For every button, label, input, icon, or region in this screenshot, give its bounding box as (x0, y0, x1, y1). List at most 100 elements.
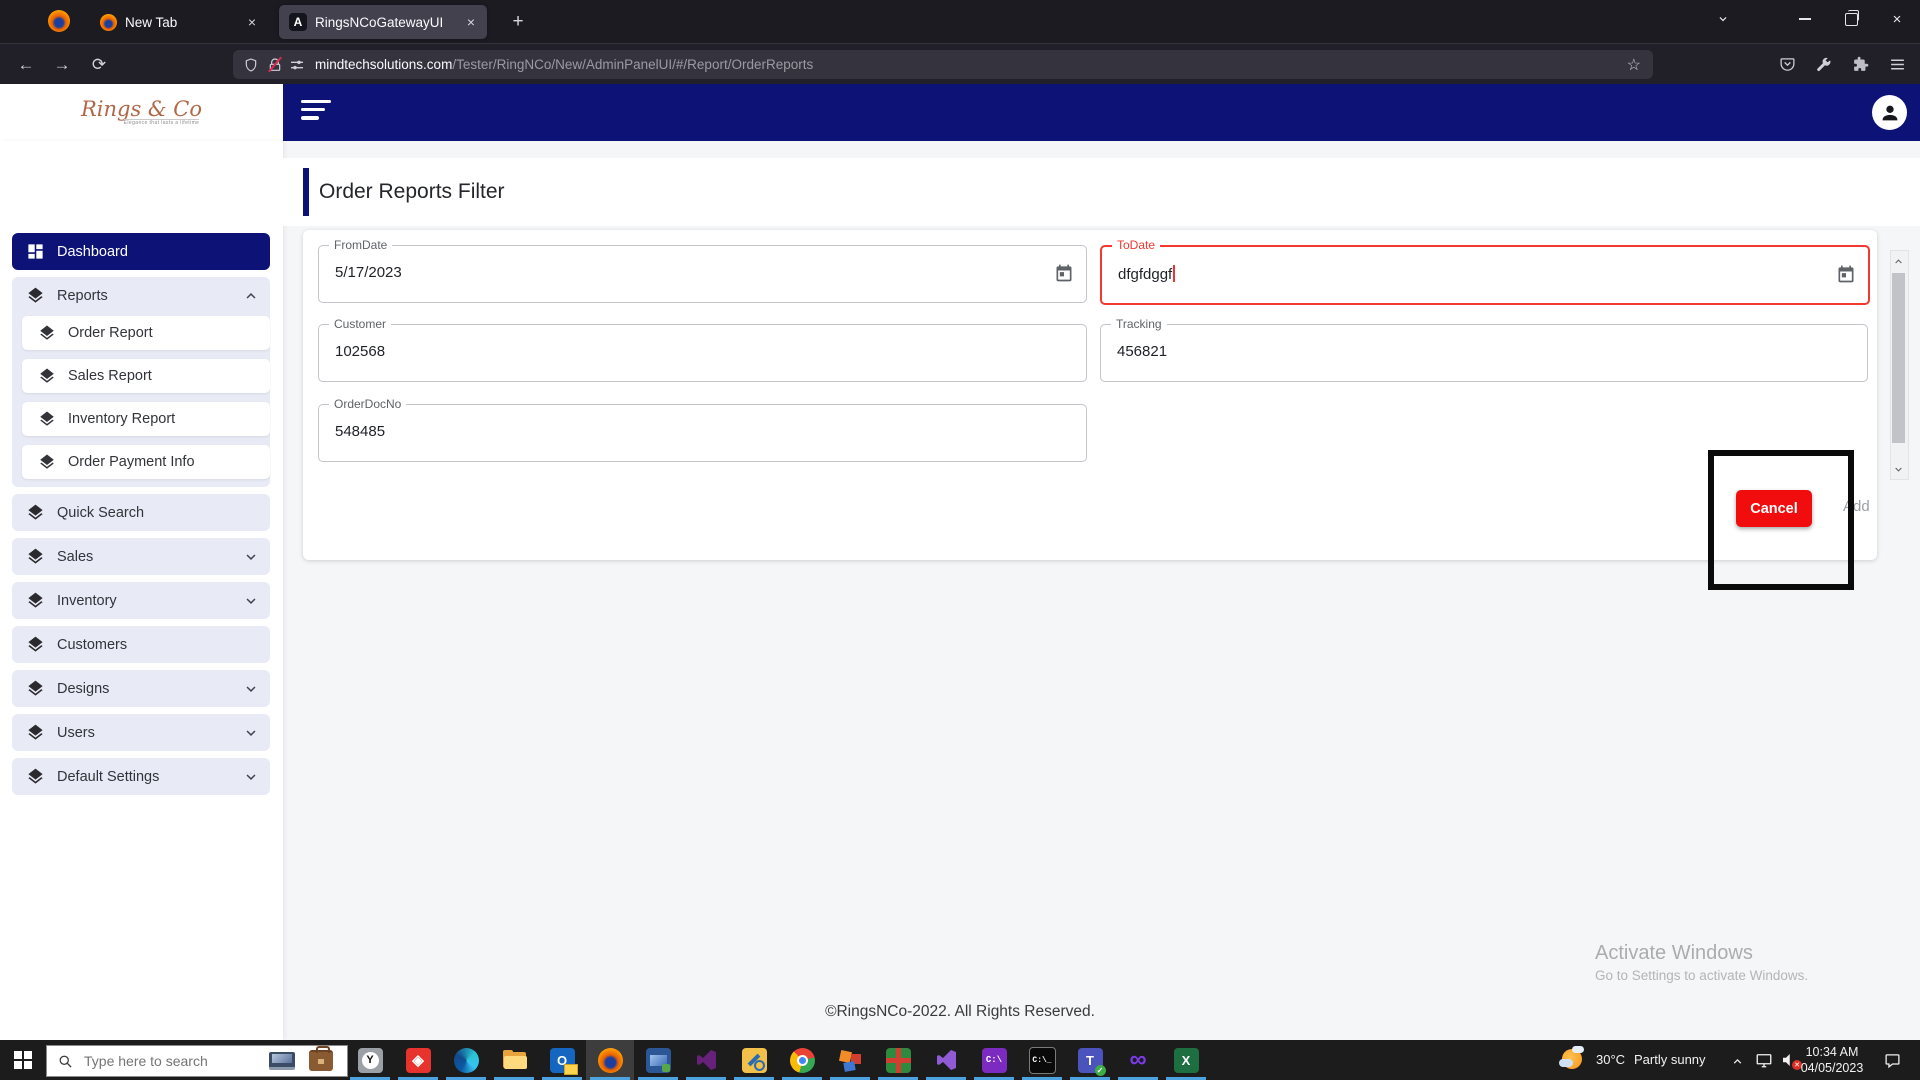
tab-ringsnco[interactable]: A RingsNCoGatewayUI × (279, 5, 487, 39)
wrench-extension-icon[interactable] (1815, 56, 1832, 73)
calendar-icon[interactable] (1054, 263, 1074, 283)
taskbar-app-dotnet[interactable]: ∞ (1114, 1040, 1162, 1080)
back-button[interactable]: ← (12, 51, 40, 79)
taskbar-app-dev-blocks[interactable] (826, 1040, 874, 1080)
notification-center-icon[interactable] (1884, 1052, 1901, 1069)
taskbar-app-edge[interactable] (442, 1040, 490, 1080)
network-icon[interactable] (1755, 1051, 1773, 1069)
layers-icon (26, 723, 45, 742)
search-input[interactable] (82, 1052, 236, 1070)
scroll-up-icon[interactable] (1891, 251, 1906, 271)
new-tab-button[interactable]: + (505, 9, 531, 35)
tab-close-icon[interactable]: × (461, 12, 481, 32)
taskbar-search[interactable] (46, 1045, 348, 1077)
sidebar-item-inventory[interactable]: Inventory (12, 582, 270, 619)
insecure-lock-icon[interactable] (267, 57, 283, 73)
system-tray: 30°C Partly sunny ✕ 10:34 AM 04/05/2023 (1562, 1040, 1920, 1080)
url-path: /Tester/RingNCo/New/AdminPanelUI/#/Repor… (452, 57, 813, 72)
window-restore-button[interactable] (1828, 0, 1874, 38)
tray-clock[interactable]: 10:34 AM 04/05/2023 (1795, 1044, 1869, 1076)
taskbar-app-outlook[interactable]: O (538, 1040, 586, 1080)
taskbar-app-teams[interactable]: T✓ (1066, 1040, 1114, 1080)
text-caret (1173, 265, 1175, 282)
taskbar-app-visual-studio-2019[interactable] (922, 1040, 970, 1080)
taskbar-app-sdk-tool[interactable] (730, 1040, 778, 1080)
page-footer: ©RingsNCo-2022. All Rights Reserved. (0, 1003, 1920, 1021)
taskbar-app-command-prompt[interactable]: C:\_ (1018, 1040, 1066, 1080)
layers-icon (38, 453, 56, 471)
sidebar-item-default-settings[interactable]: Default Settings (12, 758, 270, 795)
scrollbar-thumb[interactable] (1892, 273, 1905, 443)
taskbar-app-excel[interactable]: X (1162, 1040, 1210, 1080)
sidebar-item-order-payment-info[interactable]: Order Payment Info (22, 445, 270, 479)
permissions-sliders-icon[interactable] (289, 57, 305, 73)
user-avatar[interactable] (1872, 95, 1907, 130)
sidebar-item-inventory-report[interactable]: Inventory Report (22, 402, 270, 436)
logo-panel: Rings & Co Elegance that lasts a lifetim… (0, 84, 283, 141)
orderdocno-field[interactable]: OrderDocNo 548485 (318, 404, 1087, 462)
layers-icon (38, 410, 56, 428)
forward-button[interactable]: → (48, 51, 76, 79)
search-highlight-briefcase-image (309, 1050, 333, 1071)
layers-icon (26, 286, 45, 305)
chevron-down-icon (242, 548, 260, 566)
customer-field[interactable]: Customer 102568 (318, 324, 1087, 382)
sidebar-item-sales-report[interactable]: Sales Report (22, 359, 270, 393)
layers-icon (26, 503, 45, 522)
pocket-icon[interactable] (1779, 56, 1796, 73)
firefox-view-icon[interactable] (48, 10, 70, 32)
taskbar-app-gift[interactable] (874, 1040, 922, 1080)
taskbar-app-clock[interactable]: Y (346, 1040, 394, 1080)
taskbar-app-visual-studio[interactable] (682, 1040, 730, 1080)
taskbar-app-firefox[interactable] (586, 1040, 634, 1080)
sidebar-item-customers[interactable]: Customers (12, 626, 270, 663)
tray-weather-text[interactable]: Partly sunny (1634, 1052, 1706, 1067)
sidebar-item-reports[interactable]: Reports (12, 277, 270, 314)
url-bar[interactable]: mindtechsolutions.com/Tester/RingNCo/New… (233, 50, 1653, 79)
layers-icon (38, 367, 56, 385)
bookmark-star-icon[interactable]: ☆ (1627, 55, 1641, 75)
taskbar-app-powershell[interactable]: C:\ (970, 1040, 1018, 1080)
dashboard-icon (26, 242, 45, 261)
sidebar: Dashboard Reports Order Report Sales Rep… (0, 141, 283, 1040)
tray-expand-chevron-icon[interactable] (1730, 1054, 1745, 1069)
window-minimize-button[interactable] (1782, 0, 1828, 38)
taskbar-app-file-explorer[interactable] (490, 1040, 538, 1080)
sidebar-item-dashboard[interactable]: Dashboard (12, 233, 270, 270)
taskbar-app-remote-desktop[interactable] (634, 1040, 682, 1080)
hamburger-menu-icon[interactable] (301, 100, 333, 124)
chevron-down-icon (242, 592, 260, 610)
sidebar-item-quick-search[interactable]: Quick Search (12, 494, 270, 531)
weather-icon[interactable] (1562, 1040, 1588, 1080)
vertical-scrollbar[interactable] (1890, 250, 1909, 480)
todate-field[interactable]: ToDate dfgfdggf (1100, 245, 1870, 305)
sidebar-item-order-report[interactable]: Order Report (22, 316, 270, 350)
chevron-down-icon (242, 724, 260, 742)
sidebar-item-designs[interactable]: Designs (12, 670, 270, 707)
tracking-value: 456821 (1117, 343, 1167, 360)
page-title-band: Order Reports Filter (283, 158, 1920, 226)
tray-temperature[interactable]: 30°C (1596, 1052, 1625, 1067)
scroll-down-icon[interactable] (1891, 459, 1906, 479)
activate-windows-watermark: Activate Windows Go to Settings to activ… (1595, 942, 1808, 983)
tracking-field[interactable]: Tracking 456821 (1100, 324, 1868, 382)
tab-new-tab[interactable]: New Tab × (90, 5, 268, 39)
search-icon (58, 1054, 73, 1069)
title-accent-bar (303, 168, 309, 216)
tracking-protection-shield-icon[interactable] (243, 57, 259, 73)
reload-button[interactable]: ⟳ (85, 51, 113, 79)
tab-close-icon[interactable]: × (242, 12, 262, 32)
tab-list-chevron-icon[interactable] (1700, 0, 1746, 38)
sidebar-item-users[interactable]: Users (12, 714, 270, 751)
app-menu-icon[interactable] (1889, 56, 1906, 73)
taskbar-app-quick-assist[interactable]: ◈ (394, 1040, 442, 1080)
fromdate-field[interactable]: FromDate 5/17/2023 (318, 245, 1087, 303)
taskbar-app-chrome[interactable] (778, 1040, 826, 1080)
window-close-button[interactable]: × (1874, 0, 1920, 38)
start-button[interactable] (0, 1040, 46, 1080)
tray-date: 04/05/2023 (1801, 1061, 1864, 1075)
calendar-icon[interactable] (1836, 264, 1856, 284)
extensions-puzzle-icon[interactable] (1852, 56, 1869, 73)
tray-time: 10:34 AM (1806, 1045, 1859, 1059)
sidebar-item-sales[interactable]: Sales (12, 538, 270, 575)
